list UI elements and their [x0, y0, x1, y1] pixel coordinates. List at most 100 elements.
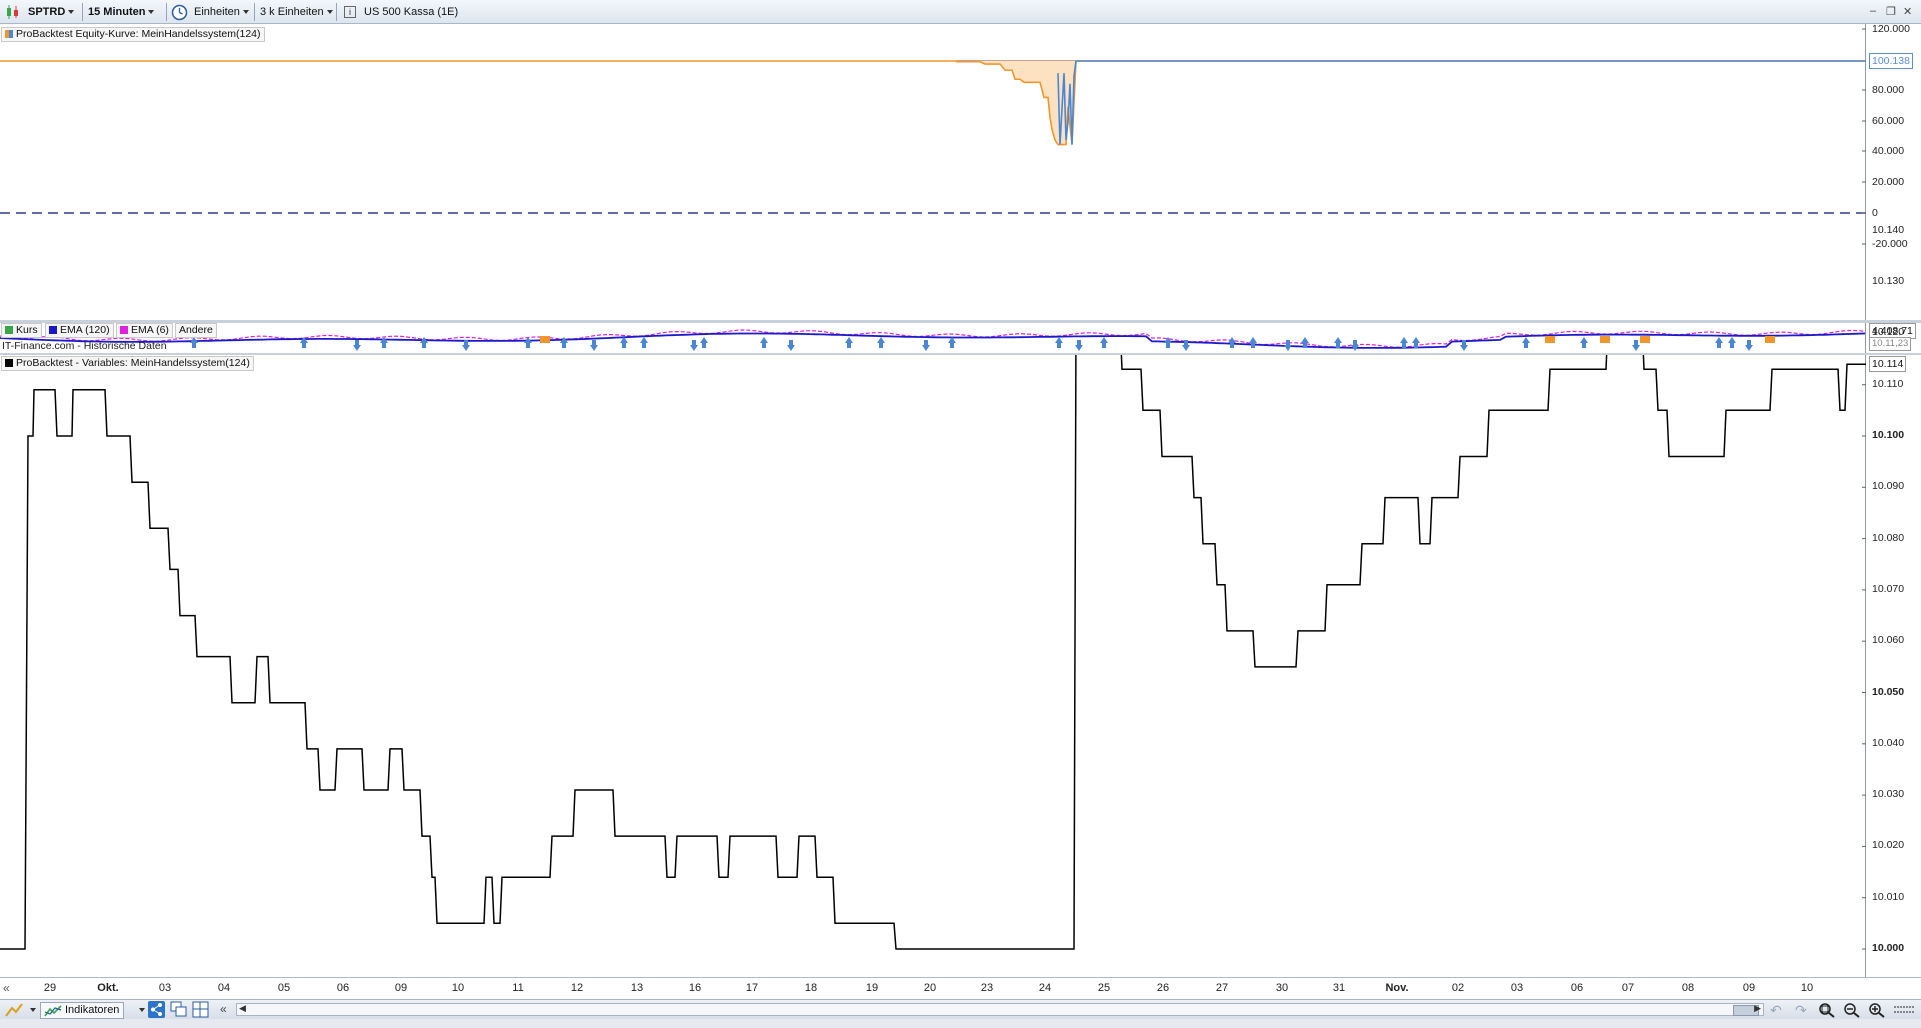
- x-axis-label: 02: [1451, 982, 1465, 994]
- units-mode-selector[interactable]: Einheiten: [194, 3, 249, 21]
- grid-icon[interactable]: [192, 1001, 209, 1018]
- legend-andere-label: Andere: [179, 324, 213, 336]
- chevron-down-icon[interactable]: [30, 1008, 36, 1012]
- x-axis-label: 30: [1275, 982, 1289, 994]
- info-icon[interactable]: i: [344, 6, 356, 18]
- equity-y-tick-label: 60.000: [1872, 115, 1905, 127]
- zoom-out-icon[interactable]: [1843, 1002, 1861, 1018]
- variables-current-value-tag: 10.114: [1869, 356, 1907, 373]
- redo-icon[interactable]: ↷: [1795, 1002, 1807, 1019]
- trade-arrow-marker: [1100, 337, 1108, 348]
- equity-current-value-tag: 100.138: [1869, 53, 1913, 69]
- restore-icon[interactable]: ❐: [1886, 5, 1896, 18]
- trade-box-marker: [1545, 336, 1555, 343]
- instrument-name: US 500 Kassa (1E): [364, 6, 459, 18]
- zoom-fit-icon[interactable]: [1818, 1002, 1836, 1018]
- trade-arrow-marker: [640, 337, 648, 348]
- equity-y-tick-label: 80.000: [1872, 84, 1905, 96]
- x-axis-label: 05: [277, 982, 291, 994]
- data-source-label: IT-Finance.com - Historische Daten: [2, 340, 167, 352]
- variables-y-axis: [1866, 355, 1921, 977]
- legend-kurs[interactable]: Kurs: [1, 323, 42, 338]
- legend-ema120[interactable]: EMA (120): [45, 323, 114, 338]
- chevron-down-icon: [326, 10, 333, 15]
- x-axis-label: 16: [688, 982, 702, 994]
- scroll-left-arrow-icon[interactable]: ◀: [239, 1003, 246, 1014]
- trade-arrow-marker: [1400, 337, 1408, 348]
- trade-arrow-marker: [353, 340, 361, 351]
- symbol-selector[interactable]: SPTRD: [28, 3, 75, 21]
- ema120-swatch: [49, 326, 57, 334]
- horizontal-scrollbar[interactable]: ◀ ▶: [236, 1003, 1764, 1016]
- chevron-down-icon[interactable]: [139, 1008, 145, 1012]
- clock-icon[interactable]: [171, 4, 188, 21]
- trade-arrow-marker: [1351, 340, 1359, 351]
- x-axis-label: 19: [865, 982, 879, 994]
- indicators-button[interactable]: Indikatoren: [40, 1002, 125, 1019]
- share-icon[interactable]: [148, 1001, 165, 1018]
- drawdown-fill: [0, 61, 1866, 145]
- trade-arrow-marker: [948, 337, 956, 348]
- trade-arrow-marker: [760, 337, 768, 348]
- trade-arrow-marker: [1075, 340, 1083, 351]
- timeframe-selector[interactable]: 15 Minuten: [88, 3, 155, 21]
- legend-ema6-label: EMA (6): [131, 324, 169, 336]
- variables-pane-label: ProBacktest - Variables: MeinHandelssyst…: [1, 356, 254, 371]
- x-axis-label: 24: [1038, 982, 1052, 994]
- x-axis-label: 26: [1156, 982, 1170, 994]
- trade-arrow-marker: [524, 337, 532, 348]
- trade-arrow-marker: [190, 337, 198, 348]
- double-chevron-left-icon[interactable]: «: [220, 1002, 227, 1016]
- x-axis-label: 06: [336, 982, 350, 994]
- trade-arrow-marker: [590, 340, 598, 351]
- trade-arrow-marker: [1745, 340, 1753, 351]
- variables-y-tick-label: 10.090: [1872, 480, 1905, 493]
- variables-swatch: [5, 359, 13, 367]
- variables-y-tick-label: 10.050: [1872, 685, 1905, 698]
- x-axis-label: Nov.: [1385, 982, 1409, 994]
- drawing-tools-icon[interactable]: [4, 1002, 24, 1018]
- candlestick-icon[interactable]: [4, 4, 22, 20]
- equity-curve-line: [0, 60, 1866, 146]
- trade-arrow-marker: [1412, 337, 1420, 348]
- variables-y-tick-label: 10.100: [1872, 429, 1905, 441]
- kurs-swatch: [5, 326, 13, 334]
- trade-arrow-marker: [845, 337, 853, 348]
- equity-y-tick-label: 40.000: [1872, 145, 1905, 157]
- x-axis-label: 17: [745, 982, 759, 994]
- price-pane[interactable]: [0, 323, 1866, 353]
- windows-icon[interactable]: [170, 1001, 187, 1018]
- x-axis-label: 10: [451, 982, 465, 994]
- x-axis-label: 13: [630, 982, 644, 994]
- trade-arrow-marker: [1715, 337, 1723, 348]
- chart-settings-icon[interactable]: [1893, 1002, 1915, 1018]
- price-chart: [0, 329, 1865, 351]
- scroll-right-arrow-icon[interactable]: ▶: [1754, 1003, 1761, 1014]
- variables-y-tick-label: 10.040: [1872, 736, 1905, 749]
- trade-arrow-marker: [1249, 337, 1257, 348]
- x-axis-label: 31: [1332, 982, 1346, 994]
- legend-andere[interactable]: Andere: [175, 323, 217, 338]
- trade-arrow-marker: [1284, 340, 1292, 351]
- undo-icon[interactable]: ↶: [1770, 1002, 1782, 1019]
- time-axis[interactable]: « 29 Okt. 03 04 05 06 09 10 11 12 13 16 17 18 19 20 23 24…: [0, 977, 1921, 1000]
- variables-pane[interactable]: [0, 355, 1866, 977]
- indicator-chart-icon: [44, 1005, 62, 1017]
- legend-ema120-label: EMA (120): [60, 324, 110, 336]
- legend-ema6[interactable]: EMA (6): [116, 323, 173, 338]
- trade-arrow-marker: [560, 337, 568, 348]
- equity-chart: [0, 28, 1866, 245]
- minimize-icon[interactable]: –: [1870, 5, 1876, 17]
- close-icon[interactable]: ✕: [1903, 5, 1912, 18]
- trade-arrow-marker: [700, 337, 708, 348]
- zoom-in-icon[interactable]: [1868, 1002, 1886, 1018]
- x-axis-label: 07: [1621, 982, 1635, 994]
- equity-y-tick-label: 0: [1872, 207, 1878, 219]
- variables-step-line: [0, 355, 1866, 950]
- scroll-left-icon[interactable]: «: [3, 981, 10, 995]
- x-axis-label: 03: [158, 982, 172, 994]
- equity-pane[interactable]: [0, 24, 1866, 320]
- units-count-selector[interactable]: 3 k Einheiten: [260, 3, 333, 21]
- trade-arrow-marker: [1228, 337, 1236, 348]
- indicators-label: Indikatoren: [65, 1004, 120, 1016]
